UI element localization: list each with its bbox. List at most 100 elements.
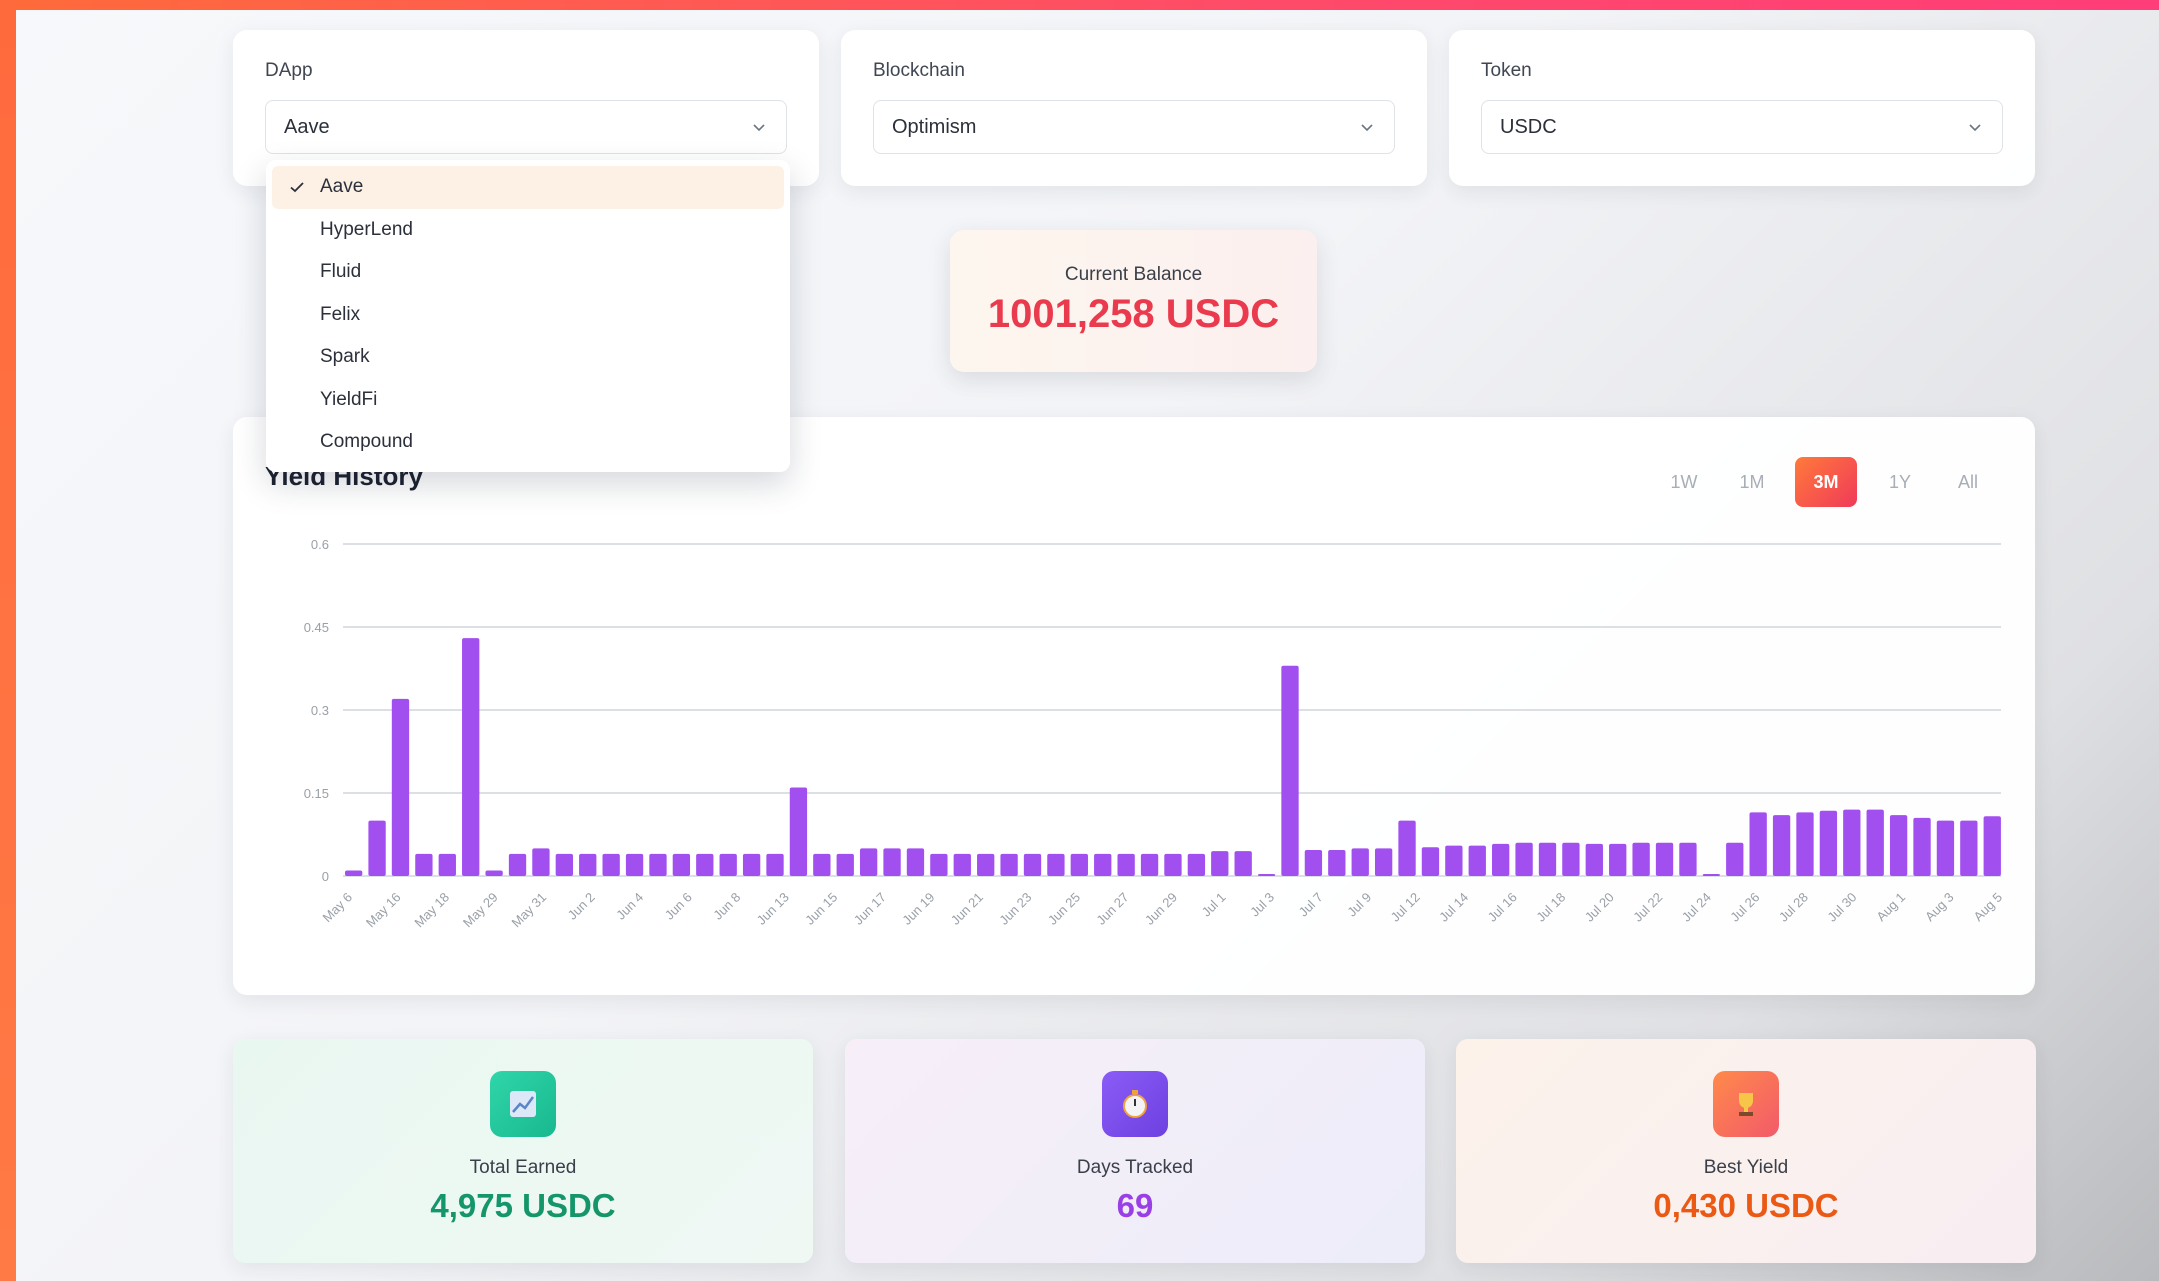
yield-history-card: Yield History 1W 1M 3M 1Y All 0 0.15 0.3 0.… [233,417,2035,995]
dropdown-item-label: Spark [320,346,370,368]
bar[interactable] [1562,842,1580,876]
bar[interactable] [415,853,433,876]
bar[interactable] [1234,851,1252,876]
bar[interactable] [1983,816,2001,876]
bar[interactable] [1655,842,1674,876]
bar[interactable] [579,853,597,876]
chevron-down-icon [1969,124,1981,132]
bar[interactable] [766,853,784,876]
x-tick-label: Jul 18 [1533,890,1568,925]
bar[interactable] [1702,874,1721,876]
bar[interactable] [1468,845,1486,876]
bar[interactable] [625,853,644,876]
bar[interactable] [1304,849,1323,876]
bar[interactable] [1070,853,1088,876]
blockchain-filter-card: Blockchain Optimism [841,30,1427,186]
y-tick-label: 0.3 [311,703,329,718]
dropdown-item-hyperlend[interactable]: HyperLend [272,209,784,252]
x-tick-label: Jul 7 [1296,890,1326,920]
bar[interactable] [1913,817,1931,876]
x-tick-label: Jul 24 [1679,890,1714,925]
bar[interactable] [1960,820,1978,876]
bar[interactable] [1819,810,1838,876]
bar[interactable] [953,853,971,876]
current-balance-label: Current Balance [1064,264,1203,285]
bar[interactable] [462,638,480,876]
token-select[interactable]: USDC [1481,100,2003,154]
bar[interactable] [1374,848,1393,876]
bar[interactable] [532,848,550,876]
bar[interactable] [1398,820,1416,876]
bar[interactable] [977,853,995,876]
bar[interactable] [1632,842,1650,876]
bar[interactable] [813,853,831,876]
bar[interactable] [1187,853,1206,876]
bar[interactable] [1000,853,1018,876]
bar[interactable] [1515,842,1533,876]
bar[interactable] [1257,874,1276,876]
dropdown-item-aave[interactable]: Aave [272,166,784,209]
bar[interactable] [1047,853,1065,876]
dapp-label: DApp [265,60,313,81]
bar[interactable] [1609,843,1627,876]
dropdown-item-yieldfi[interactable]: YieldFi [272,379,784,422]
bar[interactable] [906,848,925,876]
total-earned-label: Total Earned [469,1157,577,1178]
bar[interactable] [508,853,527,876]
dapp-select[interactable]: Aave [265,100,787,154]
bar[interactable] [930,853,948,876]
bar[interactable] [1936,820,1955,876]
best-yield-label: Best Yield [1703,1157,1789,1178]
top-accent-bar [0,0,2159,10]
bar[interactable] [1281,665,1299,876]
bar[interactable] [859,848,878,876]
bar[interactable] [789,787,808,876]
bar[interactable] [1796,812,1814,876]
bar[interactable] [742,853,761,876]
bar[interactable] [1445,845,1463,876]
bar[interactable] [1538,842,1557,876]
y-tick-label: 0.6 [311,537,329,552]
bar[interactable] [1492,843,1510,876]
bar[interactable] [602,853,620,876]
dropdown-item-compound[interactable]: Compound [272,421,784,464]
bar[interactable] [345,870,363,876]
bar[interactable] [1351,848,1369,876]
bar[interactable] [485,870,503,876]
bar[interactable] [1023,853,1042,876]
bar[interactable] [1211,851,1229,876]
dropdown-item-fluid[interactable]: Fluid [272,251,784,294]
bar[interactable] [555,853,573,876]
bar[interactable] [1421,847,1440,876]
bar[interactable] [368,820,386,876]
bar[interactable] [1772,815,1791,876]
bar[interactable] [438,853,456,876]
left-accent-bar [0,0,16,1281]
x-tick-label: Jun 6 [662,890,695,923]
dropdown-item-felix[interactable]: Felix [272,294,784,337]
bar[interactable] [1889,815,1908,876]
bar[interactable] [719,853,737,876]
blockchain-select[interactable]: Optimism [873,100,1395,154]
bar[interactable] [1585,843,1603,876]
bar[interactable] [1140,853,1159,876]
dropdown-item-spark[interactable]: Spark [272,336,784,379]
bar[interactable] [1866,809,1884,876]
bar[interactable] [391,698,410,876]
bar[interactable] [1843,809,1861,876]
bar[interactable] [649,853,667,876]
bar[interactable] [1164,853,1182,876]
bar[interactable] [1679,842,1697,876]
bar[interactable] [1749,812,1767,876]
bar[interactable] [1328,849,1346,876]
bar[interactable] [1726,842,1744,876]
chevron-down-icon [753,124,765,132]
x-tick-label: Jul 22 [1630,890,1665,925]
blockchain-select-value: Optimism [892,115,977,138]
bar[interactable] [1094,853,1112,876]
bar[interactable] [883,848,901,876]
bar[interactable] [836,853,854,876]
bar[interactable] [1117,853,1135,876]
bar[interactable] [696,853,714,876]
bar[interactable] [672,853,691,876]
